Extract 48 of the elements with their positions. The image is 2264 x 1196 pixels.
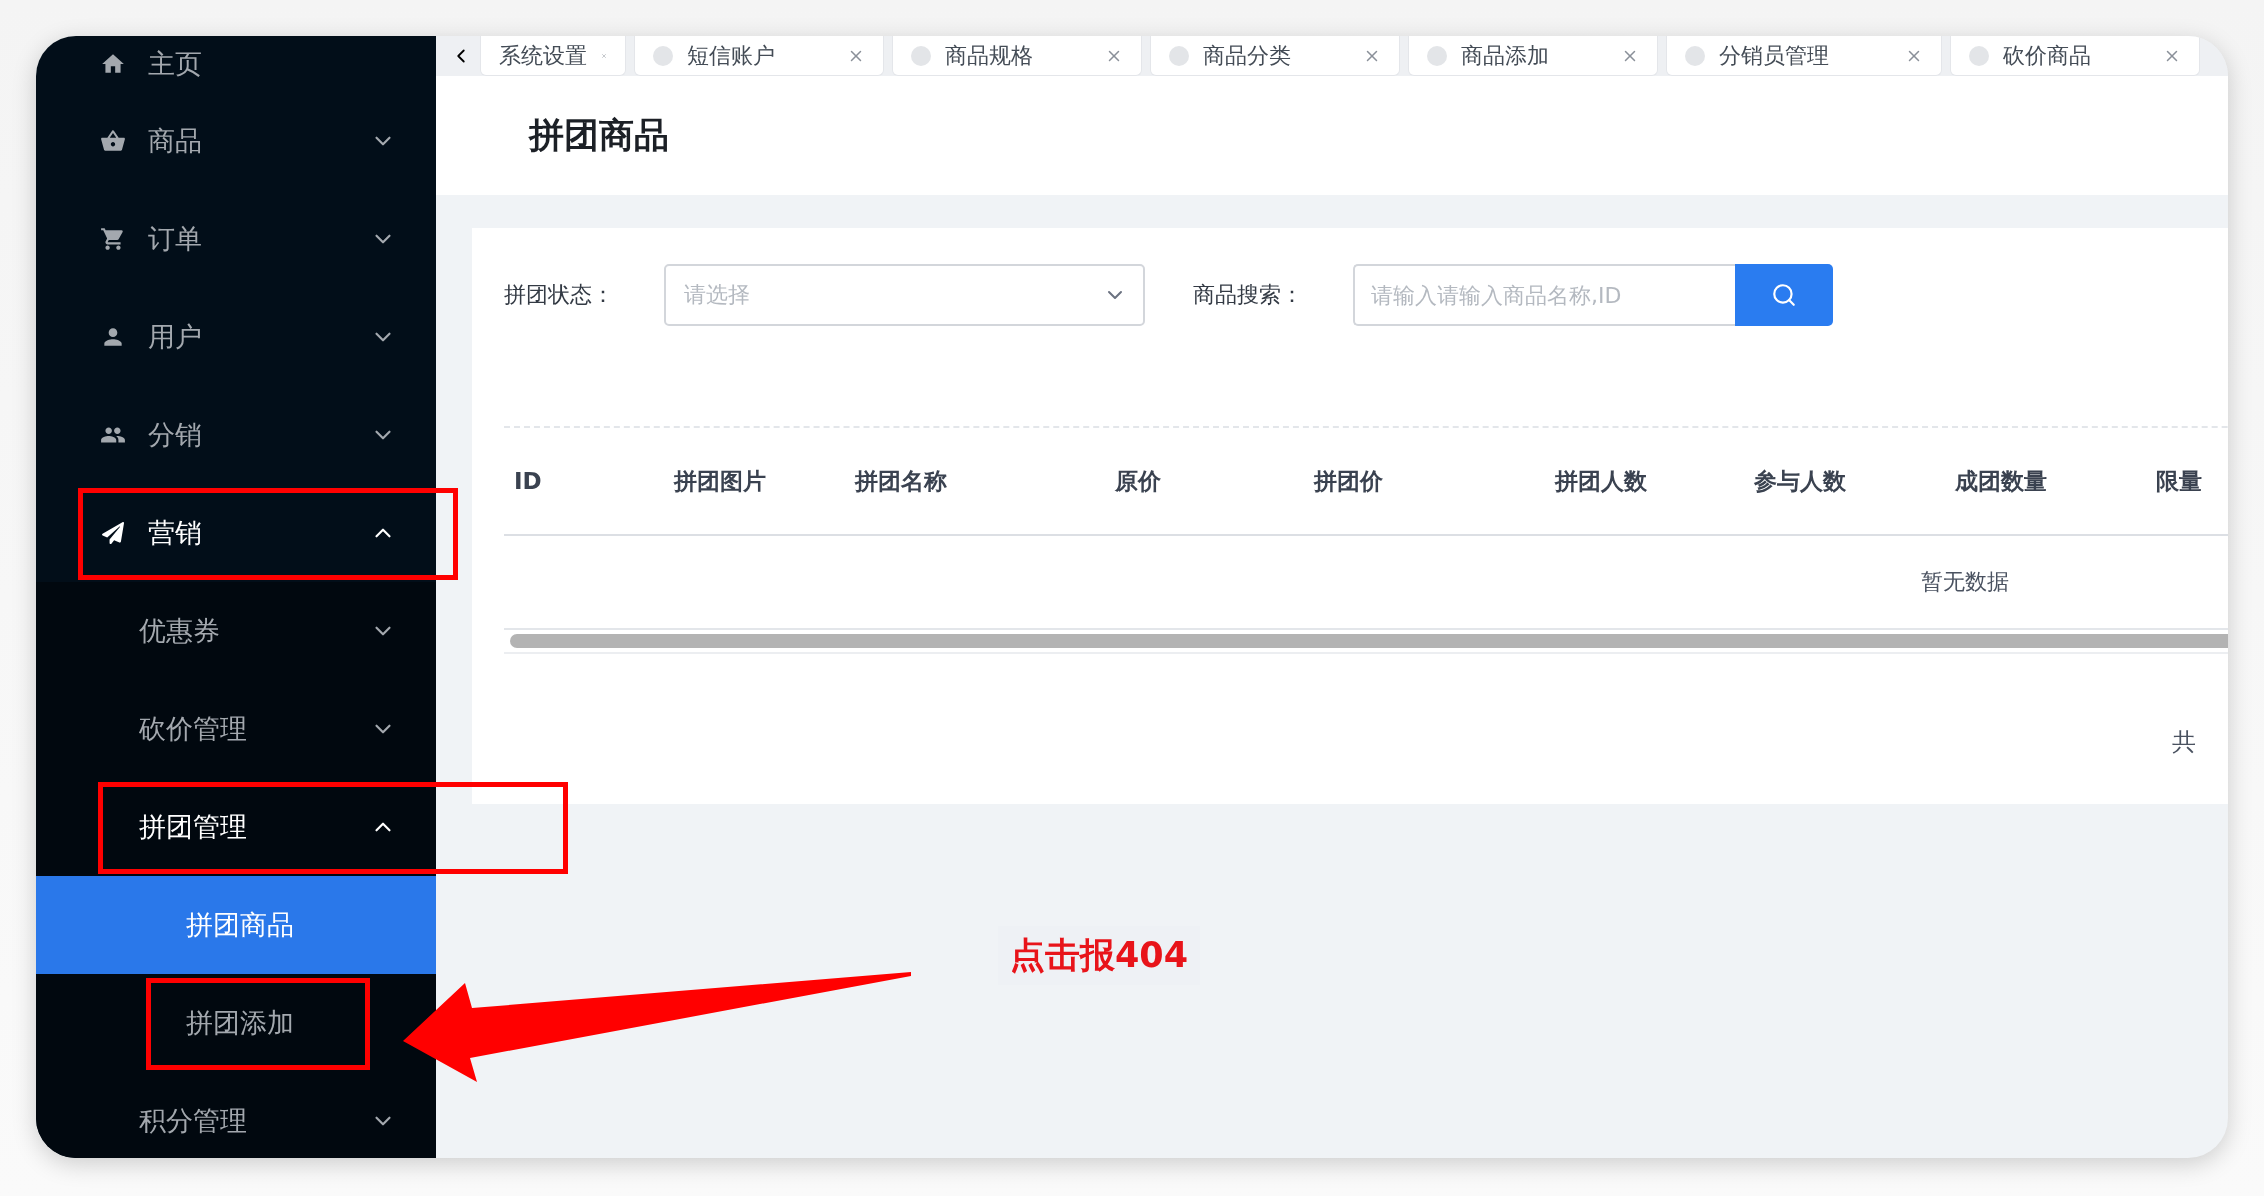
menu-label: 拼团管理 <box>139 810 248 844</box>
sidebar-item[interactable]: 商品 <box>36 92 436 190</box>
menu-label: 营销 <box>148 516 203 550</box>
search-field[interactable]: 请输入请输入商品名称,ID <box>1353 264 1735 326</box>
menu-label: 拼团商品 <box>186 908 294 942</box>
column-header: 拼团人数 <box>1553 466 1648 496</box>
filter-label: 商品搜索： <box>1193 281 1304 309</box>
column-header: 原价 <box>1114 466 1162 496</box>
tab[interactable]: 商品规格 <box>892 36 1142 76</box>
sidebar-item[interactable]: 拼团添加 <box>36 974 436 1072</box>
sidebar-item[interactable]: 分销 <box>36 386 436 484</box>
tab[interactable]: 系统设置 <box>480 36 626 76</box>
tab[interactable]: 商品分类 <box>1150 36 1400 76</box>
column-header: 成团数量 <box>1954 466 2048 496</box>
column-header: 限量 <box>2155 466 2203 496</box>
menu-label: 订单 <box>148 222 203 256</box>
column-header: 拼团名称 <box>853 466 948 496</box>
column-header: ID <box>513 468 543 494</box>
empty-text: 暂无数据 <box>1921 568 2009 596</box>
menu-label: 商品 <box>148 124 203 158</box>
tab[interactable]: 分销员管理 <box>1666 36 1942 76</box>
sidebar-item[interactable]: 主页 <box>36 36 436 92</box>
menu-label: 分销 <box>148 418 203 452</box>
sidebar-item[interactable]: 订单 <box>36 190 436 288</box>
menu-label: 用户 <box>148 320 203 354</box>
tab[interactable]: 商品添加 <box>1408 36 1658 76</box>
search-button[interactable] <box>1735 264 1833 326</box>
filter-label: 拼团状态： <box>504 281 615 309</box>
column-header: 拼团图片 <box>672 466 767 496</box>
menu-label: 砍价管理 <box>139 712 248 746</box>
menu-label: 优惠券 <box>139 614 221 648</box>
sidebar-item[interactable]: 营销 <box>36 484 436 582</box>
column-header: 参与人数 <box>1753 466 1847 496</box>
search-icon <box>1771 282 1797 308</box>
sidebar-item[interactable]: 优惠券 <box>36 582 436 680</box>
sidebar-item-selected[interactable]: 拼团商品 <box>36 876 436 974</box>
page-title: 拼团商品 <box>529 114 669 157</box>
menu-label: 拼团添加 <box>186 1006 294 1040</box>
menu-label: 主页 <box>148 47 203 81</box>
tab[interactable]: 砍价商品 <box>1950 36 2200 76</box>
menu-label: 积分管理 <box>139 1104 248 1138</box>
column-header: 拼团价 <box>1312 466 1384 496</box>
sidebar-item[interactable]: 用户 <box>36 288 436 386</box>
pagination-total: 共 <box>2172 727 2196 758</box>
tab[interactable]: 短信账户 <box>634 36 884 76</box>
sidebar-item[interactable]: 砍价管理 <box>36 680 436 778</box>
sidebar-item[interactable]: 积分管理 <box>36 1072 436 1158</box>
sidebar-item[interactable]: 拼团管理 <box>36 778 436 876</box>
